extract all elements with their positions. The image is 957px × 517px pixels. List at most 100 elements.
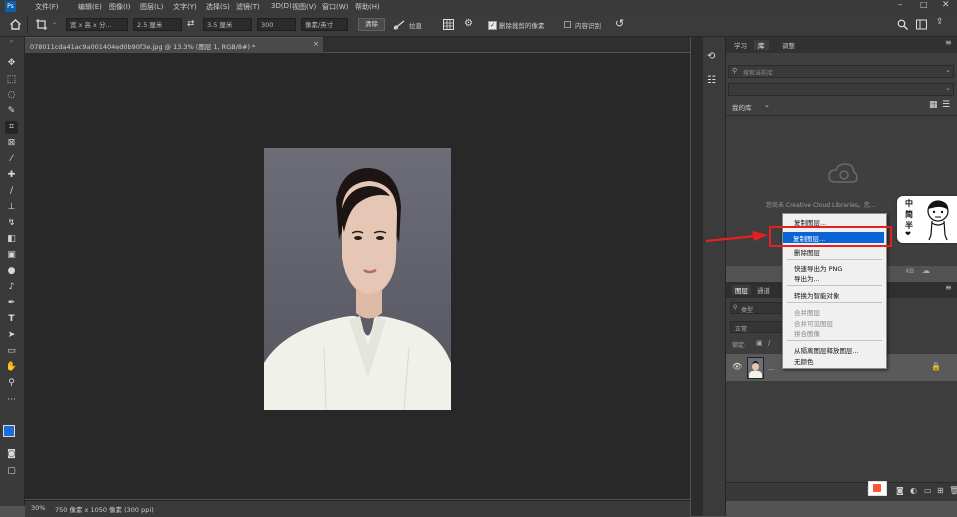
resolution-field[interactable]: 300 bbox=[257, 18, 296, 31]
library-search-field[interactable]: ⚲ 搜索当前库 ⌄ bbox=[728, 65, 954, 78]
screen-mode-icon[interactable]: ▢ bbox=[5, 465, 18, 478]
gear-icon[interactable]: ⚙ bbox=[464, 18, 473, 29]
side-assistant-widget[interactable]: 中 简 半 ❤ bbox=[897, 196, 957, 243]
crop-tool-active-icon[interactable]: ⌗ bbox=[5, 121, 18, 134]
ctx-no-color[interactable]: 无颜色 bbox=[794, 356, 814, 366]
quick-select-tool-icon[interactable]: ✎ bbox=[5, 105, 18, 118]
lock-pixels-icon[interactable]: ▣ bbox=[756, 339, 763, 347]
close-icon[interactable]: ✕ bbox=[942, 0, 950, 10]
straighten-icon[interactable] bbox=[393, 19, 405, 31]
more-tools-icon[interactable]: ··· bbox=[5, 394, 18, 407]
hand-tool-icon[interactable]: ✋ bbox=[5, 361, 18, 374]
search-icon[interactable] bbox=[897, 19, 908, 30]
layer-name[interactable]: ... bbox=[768, 364, 774, 372]
shape-tool-icon[interactable]: ▭ bbox=[5, 345, 18, 358]
menu-separator bbox=[787, 259, 882, 260]
trash-icon[interactable]: 🗑 bbox=[949, 486, 957, 495]
properties-panel-icon[interactable]: ☷ bbox=[707, 75, 716, 86]
zoom-tool-icon[interactable]: ⚲ bbox=[5, 377, 18, 390]
ctx-release-isolation[interactable]: 从隔离图层释放图层... bbox=[794, 345, 859, 355]
eyedropper-tool-icon[interactable]: ⁄ bbox=[5, 153, 18, 166]
lock-brush-icon[interactable]: ∕ bbox=[768, 339, 770, 347]
grid-overlay-icon[interactable] bbox=[443, 19, 454, 30]
history-panel-icon[interactable]: ⟲ bbox=[707, 51, 715, 62]
reset-icon[interactable]: ↺ bbox=[615, 17, 624, 30]
list-view-icon[interactable]: ☰ bbox=[942, 100, 950, 110]
stamp-tool-icon[interactable]: ⊥ bbox=[5, 201, 18, 214]
cloud-sync-icon[interactable]: ☁ bbox=[922, 266, 930, 275]
workspace-icon[interactable] bbox=[916, 19, 927, 30]
document-tab[interactable]: 078011cda41ac9a001404ed0b90f3e.jpg @ 13.… bbox=[25, 37, 323, 53]
menu-view[interactable]: 视图(V) bbox=[292, 2, 316, 12]
maximize-icon[interactable]: □ bbox=[920, 0, 928, 9]
foreground-color-swatch[interactable] bbox=[3, 425, 15, 437]
ctx-export-as[interactable]: 导出为... bbox=[794, 273, 820, 283]
csdn-logo-icon bbox=[868, 481, 887, 496]
menu-edit[interactable]: 编辑(E) bbox=[78, 2, 102, 12]
swap-icon[interactable]: ⇄ bbox=[187, 19, 195, 29]
chevron-down-icon[interactable]: ⌄ bbox=[764, 101, 770, 109]
menu-help[interactable]: 帮助(H) bbox=[355, 2, 380, 12]
canvas-area[interactable] bbox=[25, 53, 690, 499]
share-icon[interactable]: ⇪ bbox=[936, 17, 944, 27]
library-filter-select[interactable]: ⌄ bbox=[728, 83, 954, 96]
menu-file[interactable]: 文件(F) bbox=[35, 2, 59, 12]
marquee-tool-icon[interactable]: ⬚ bbox=[5, 73, 18, 86]
clear-button[interactable]: 清除 bbox=[358, 18, 385, 31]
move-tool-icon[interactable]: ✥ bbox=[5, 57, 18, 70]
tab-close-icon[interactable]: × bbox=[313, 40, 319, 48]
brush-tool-icon[interactable]: ∕ bbox=[5, 185, 18, 198]
eraser-tool-icon[interactable]: ◧ bbox=[5, 233, 18, 246]
zoom-level[interactable]: 30% bbox=[31, 504, 45, 512]
home-icon[interactable] bbox=[9, 18, 22, 31]
group-icon[interactable]: ▭ bbox=[924, 486, 932, 495]
menu-3d[interactable]: 3D(D) bbox=[271, 2, 292, 10]
pen-tool-icon[interactable]: ✒ bbox=[5, 297, 18, 310]
menu-image[interactable]: 图像(I) bbox=[109, 2, 131, 12]
lasso-tool-icon[interactable]: ◌ bbox=[5, 89, 18, 102]
tab-channels[interactable]: 通道 bbox=[757, 285, 770, 295]
type-tool-icon[interactable]: T bbox=[5, 313, 18, 326]
blur-tool-icon[interactable]: ● bbox=[5, 265, 18, 278]
panel-menu-icon[interactable]: ≡ bbox=[945, 38, 952, 47]
visibility-eye-icon[interactable]: 👁 bbox=[732, 362, 742, 371]
height-field[interactable]: 3.5 厘米 bbox=[203, 18, 252, 31]
delete-cropped-checkbox[interactable]: ✓ bbox=[488, 21, 497, 30]
menu-window[interactable]: 窗口(W) bbox=[322, 2, 348, 12]
new-layer-icon[interactable]: ⊞ bbox=[937, 486, 944, 495]
tab-layers[interactable]: 图层 bbox=[732, 285, 751, 295]
panel-dock-divider[interactable] bbox=[691, 37, 703, 516]
panel-menu-icon[interactable]: ≡ bbox=[945, 283, 952, 292]
width-field[interactable]: 2.5 厘米 bbox=[133, 18, 182, 31]
quick-mask-icon[interactable]: ◙ bbox=[5, 448, 18, 461]
dodge-tool-icon[interactable]: ♪ bbox=[5, 281, 18, 294]
mask-icon[interactable]: ◙ bbox=[896, 486, 904, 495]
chevron-down-icon[interactable]: ⌄ bbox=[52, 19, 57, 26]
tab-learn[interactable]: 学习 bbox=[734, 40, 747, 50]
menu-layer[interactable]: 图层(L) bbox=[140, 2, 163, 12]
gradient-tool-icon[interactable]: ▣ bbox=[5, 249, 18, 262]
resolution-unit-select[interactable]: 像素/英寸 bbox=[301, 18, 348, 31]
ctx-delete-layer[interactable]: 删除图层 bbox=[794, 247, 820, 257]
adjustment-layer-icon[interactable]: ◐ bbox=[910, 486, 917, 495]
content-aware-checkbox[interactable] bbox=[564, 21, 571, 28]
ratio-select[interactable]: 宽 x 高 x 分... bbox=[66, 18, 128, 31]
history-brush-icon[interactable]: ↯ bbox=[5, 217, 18, 230]
path-select-tool-icon[interactable]: ➤ bbox=[5, 329, 18, 342]
crop-tool-icon[interactable] bbox=[35, 18, 48, 31]
blend-mode-select[interactable]: 正常 bbox=[730, 321, 790, 333]
ctx-quick-export-png[interactable]: 快速导出为 PNG bbox=[794, 263, 842, 273]
minimize-icon[interactable]: – bbox=[898, 0, 903, 10]
layer-kind-filter[interactable]: ⚲ 类型 bbox=[730, 302, 790, 314]
healing-tool-icon[interactable]: ✚ bbox=[5, 169, 18, 182]
toolbar-grip[interactable]: » bbox=[5, 39, 18, 52]
menu-type[interactable]: 文字(Y) bbox=[173, 2, 197, 12]
grid-view-icon[interactable]: ▦ bbox=[929, 100, 938, 110]
ctx-convert-smart-object[interactable]: 转换为智能对象 bbox=[794, 290, 840, 300]
library-select[interactable]: 我的库 bbox=[732, 102, 752, 112]
menu-filter[interactable]: 滤镜(T) bbox=[236, 2, 260, 12]
tab-adjustments[interactable]: 调整 bbox=[782, 40, 795, 50]
frame-tool-icon[interactable]: ⊠ bbox=[5, 137, 18, 150]
menu-select[interactable]: 选择(S) bbox=[206, 2, 230, 12]
tab-libraries[interactable]: 库 bbox=[754, 40, 769, 50]
